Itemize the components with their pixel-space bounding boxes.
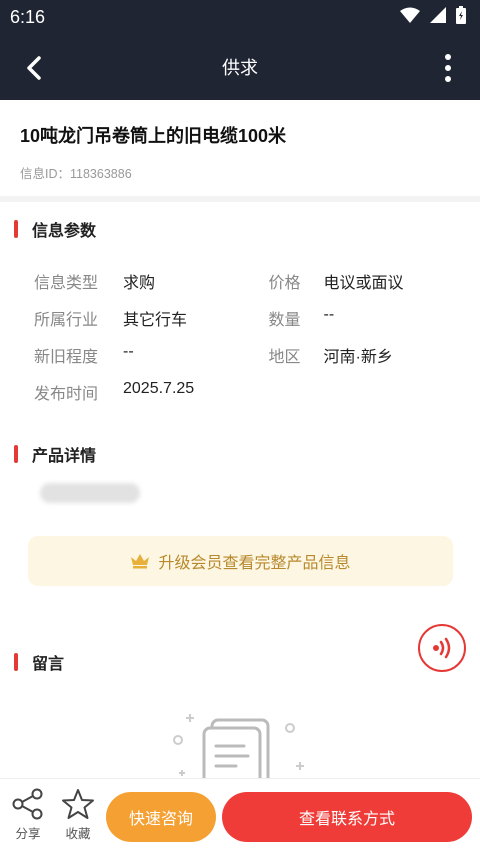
param-key: 信息类型 <box>34 274 99 292</box>
param-key: 价格 <box>268 274 301 292</box>
upgrade-text: 升级会员查看完整产品信息 <box>158 555 351 572</box>
params-table: 信息类型 求购 价格 电议或面议 所属行业 其它行车 数量 -- 新旧程度 -- 地区 河南… <box>34 262 464 410</box>
params-heading-label: 信息参数 <box>32 223 97 240</box>
section-marker <box>14 220 18 238</box>
wifi-icon <box>400 7 420 27</box>
param-row: 发布时间 2025.7.25 <box>34 373 464 410</box>
product-title: 10吨龙门吊卷筒上的旧电缆100米 <box>20 126 287 146</box>
status-icons <box>400 6 466 28</box>
more-vertical-icon <box>445 54 451 60</box>
param-key: 新旧程度 <box>34 348 99 366</box>
product-header: 10吨龙门吊卷筒上的旧电缆100米 信息ID：118363886 <box>0 100 480 196</box>
battery-icon <box>456 6 466 28</box>
param-key: 地区 <box>268 348 301 366</box>
quick-consult-button[interactable]: 快速咨询 <box>106 792 216 842</box>
param-value: -- <box>323 305 335 323</box>
app-bar: 供求 <box>0 34 480 100</box>
voice-button[interactable] <box>418 624 466 672</box>
param-value: 电议或面议 <box>323 274 404 292</box>
param-value: -- <box>123 342 134 360</box>
empty-document-icon <box>168 706 308 800</box>
param-key: 数量 <box>268 311 301 329</box>
back-arrow-icon <box>27 56 41 80</box>
star-icon <box>62 789 94 819</box>
share-icon <box>12 788 43 820</box>
param-row: 所属行业 其它行车 数量 -- <box>34 299 464 336</box>
section-marker <box>14 653 18 671</box>
view-contact-button[interactable]: 查看联系方式 <box>222 792 472 842</box>
param-value: 求购 <box>123 274 156 292</box>
blurred-detail-text <box>40 483 140 503</box>
share-button[interactable]: 分享 <box>6 787 50 842</box>
param-key: 发布时间 <box>34 385 99 403</box>
details-heading-label: 产品详情 <box>32 448 97 465</box>
bottom-action-bar: 分享 收藏 快速咨询 查看联系方式 <box>0 778 480 853</box>
status-time: 6:16 <box>10 6 46 27</box>
more-options-button[interactable] <box>436 48 460 88</box>
section-marker <box>14 445 18 463</box>
back-button[interactable] <box>18 52 50 84</box>
param-value: 其它行车 <box>123 311 188 329</box>
favorite-button[interactable]: 收藏 <box>56 787 100 842</box>
upgrade-membership-banner[interactable]: 升级会员查看完整产品信息 <box>28 536 453 586</box>
voice-icon <box>433 637 451 659</box>
info-id: 信息ID：118363886 <box>20 167 132 181</box>
param-value: 河南·新乡 <box>323 348 393 366</box>
status-bar: 6:16 <box>0 0 480 34</box>
page-title: 供求 <box>222 58 258 78</box>
params-section-heading: 信息参数 <box>14 217 96 241</box>
crown-icon <box>131 554 150 569</box>
details-section-heading: 产品详情 <box>14 442 96 466</box>
share-label: 分享 <box>15 827 41 841</box>
param-row: 信息类型 求购 价格 电议或面议 <box>34 262 464 299</box>
param-row: 新旧程度 -- 地区 河南·新乡 <box>34 336 464 373</box>
signal-icon <box>430 7 446 27</box>
section-divider <box>0 196 480 202</box>
messages-heading-label: 留言 <box>32 656 65 673</box>
messages-section-heading: 留言 <box>14 650 64 674</box>
favorite-label: 收藏 <box>65 827 91 841</box>
param-value: 2025.7.25 <box>123 379 195 397</box>
param-key: 所属行业 <box>34 311 99 329</box>
